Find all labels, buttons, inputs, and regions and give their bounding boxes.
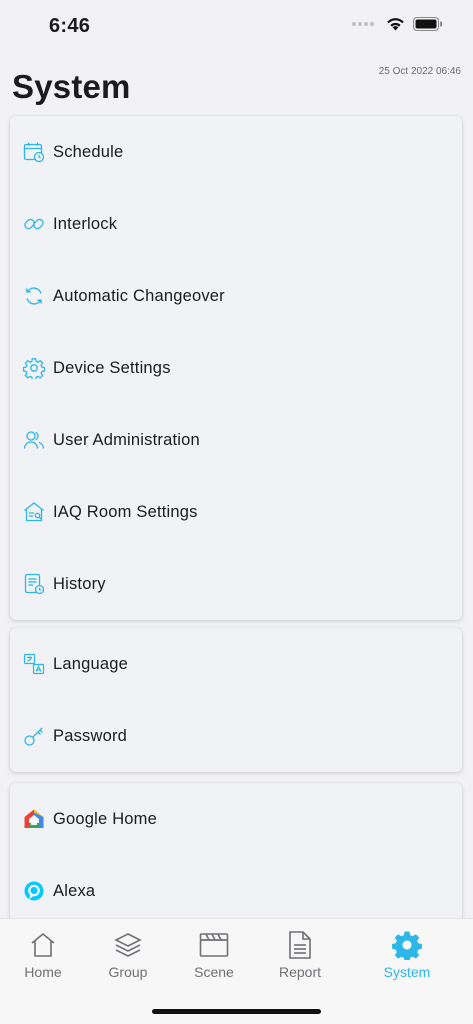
key-icon	[23, 725, 45, 747]
layers-icon	[88, 929, 168, 961]
menu-item-schedule[interactable]: Schedule	[10, 116, 462, 188]
tab-label: System	[383, 964, 431, 980]
menu-item-device-settings[interactable]: Device Settings	[10, 332, 462, 404]
gear-icon	[367, 929, 447, 961]
menu-item-label: History	[53, 574, 106, 593]
tab-home[interactable]: Home	[3, 929, 83, 980]
tab-system[interactable]: System	[367, 929, 447, 980]
menu-item-google-home[interactable]: Google Home	[10, 783, 462, 855]
system-settings-card: Schedule Interlock Automatic Changeover	[10, 116, 462, 620]
menu-item-password[interactable]: Password	[10, 700, 462, 772]
refresh-icon	[23, 285, 45, 307]
status-icons	[352, 17, 443, 31]
tab-label: Home	[24, 964, 62, 980]
menu-item-label: Password	[53, 726, 128, 745]
menu-item-label: Schedule	[53, 142, 124, 161]
menu-item-label: Alexa	[53, 881, 96, 900]
gear-icon	[23, 357, 45, 379]
menu-item-label: User Administration	[53, 430, 200, 449]
menu-item-label: Automatic Changeover	[53, 286, 225, 305]
menu-item-label: IAQ Room Settings	[53, 502, 198, 521]
menu-item-label: Google Home	[53, 809, 158, 828]
menu-item-user-administration[interactable]: User Administration	[10, 404, 462, 476]
tab-label: Report	[278, 964, 322, 980]
last-updated-timestamp: 25 Oct 2022 06:46	[378, 66, 461, 77]
cellular-signal-icon	[352, 22, 374, 26]
calendar-clock-icon	[23, 141, 45, 163]
house-settings-icon	[23, 501, 45, 523]
google-home-icon	[23, 808, 45, 830]
report-icon	[260, 929, 340, 961]
tab-scene[interactable]: Scene	[174, 929, 254, 980]
status-time: 6:46	[49, 15, 91, 37]
menu-item-label: Device Settings	[53, 358, 171, 377]
page-header: System 25 Oct 2022 06:46	[0, 54, 473, 110]
wifi-icon	[387, 18, 404, 31]
menu-item-history[interactable]: History	[10, 548, 462, 620]
users-icon	[23, 429, 45, 451]
page-title: System	[12, 68, 131, 105]
tab-group[interactable]: Group	[88, 929, 168, 980]
menu-item-label: Language	[53, 654, 129, 673]
menu-item-alexa[interactable]: Alexa	[10, 855, 462, 927]
tab-label: Scene	[194, 964, 234, 980]
home-indicator[interactable]	[152, 1009, 321, 1014]
menu-item-label: Interlock	[53, 214, 118, 233]
tab-label: Group	[108, 964, 148, 980]
clapperboard-icon	[174, 929, 254, 961]
language-icon	[23, 653, 45, 675]
menu-item-language[interactable]: Language	[10, 628, 462, 700]
menu-item-interlock[interactable]: Interlock	[10, 188, 462, 260]
account-settings-card: Language Password	[10, 628, 462, 772]
link-icon	[23, 213, 45, 235]
tab-report[interactable]: Report	[260, 929, 340, 980]
menu-item-iaq-room-settings[interactable]: IAQ Room Settings	[10, 476, 462, 548]
menu-item-automatic-changeover[interactable]: Automatic Changeover	[10, 260, 462, 332]
status-bar: 6:46	[0, 0, 473, 54]
home-icon	[3, 929, 83, 961]
alexa-icon	[23, 880, 45, 902]
history-document-icon	[23, 573, 45, 595]
battery-icon	[413, 17, 442, 31]
